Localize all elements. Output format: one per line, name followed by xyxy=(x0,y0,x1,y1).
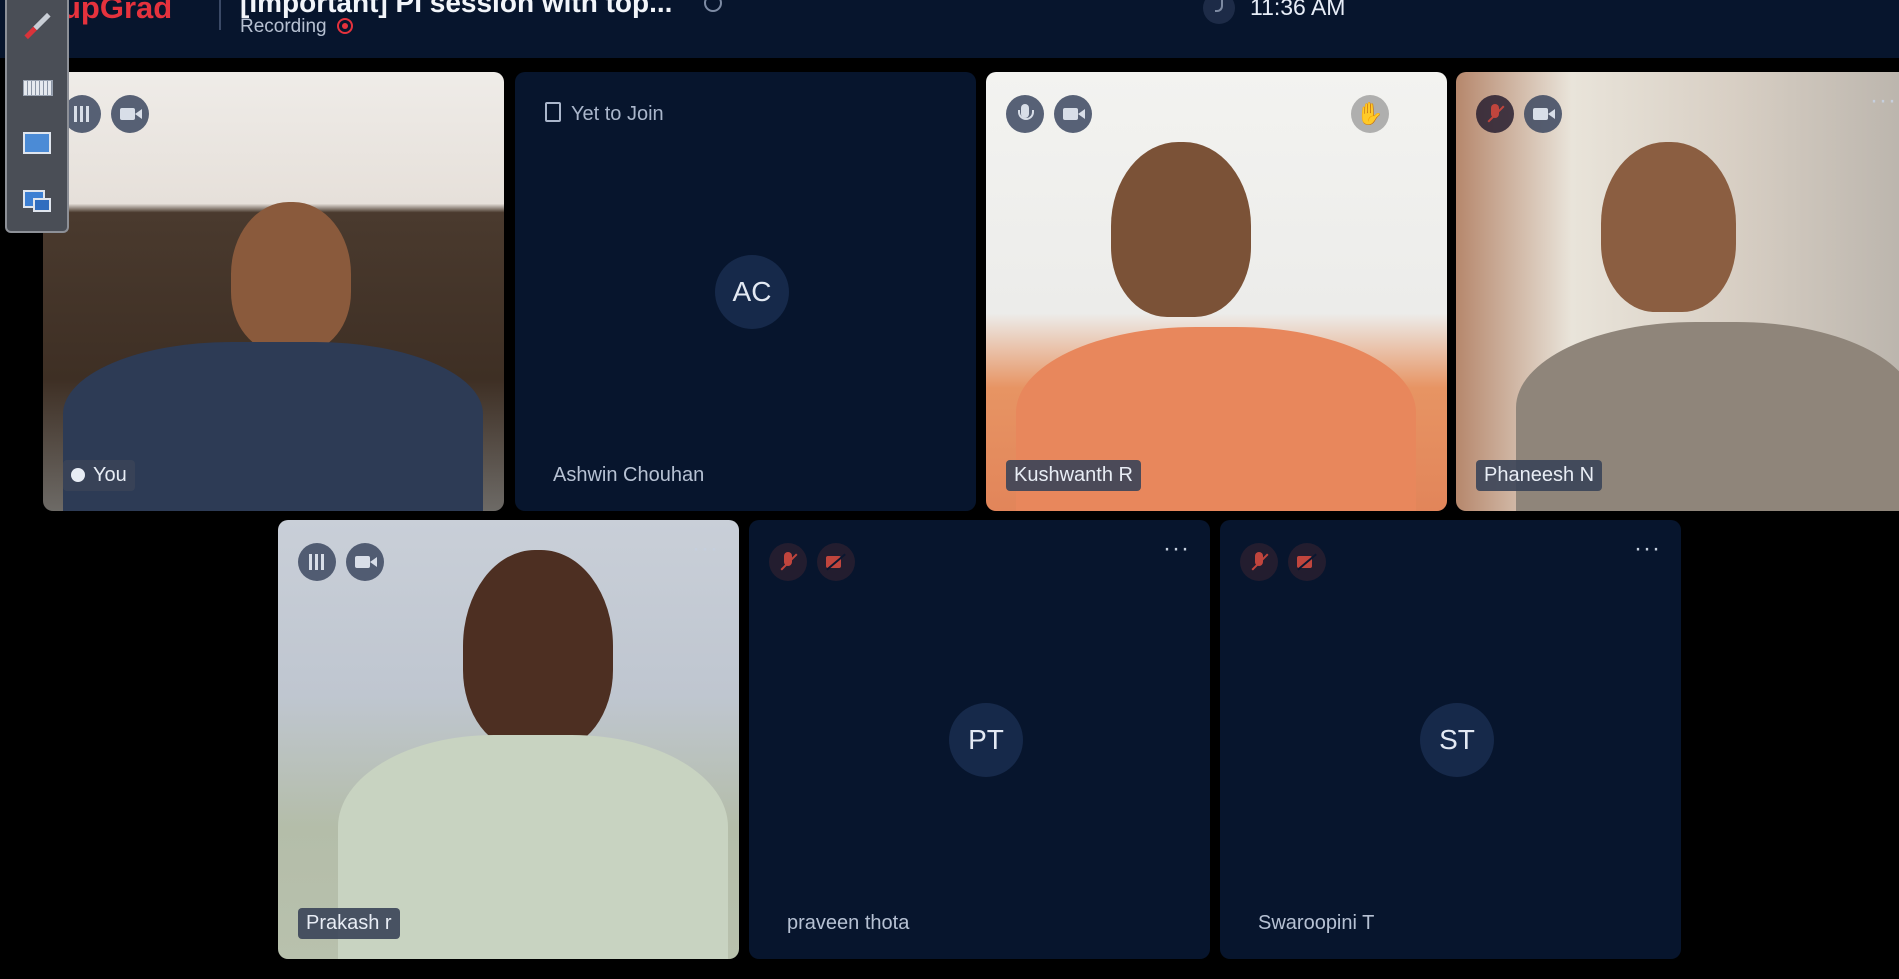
avatar: AC xyxy=(715,255,789,329)
participant-name: Kushwanth R xyxy=(1006,460,1141,491)
participant-video xyxy=(463,550,613,750)
participant-tile-phaneesh[interactable]: ··· Phaneesh N xyxy=(1456,72,1899,511)
participant-name: You xyxy=(63,460,135,491)
more-options-icon[interactable]: ··· xyxy=(1634,537,1661,561)
participant-tile-swaroopini[interactable]: ··· ST Swaroopini T xyxy=(1220,520,1681,959)
yet-to-join-status: Yet to Join xyxy=(545,102,664,126)
participant-tile-kushwanth[interactable]: ✋ Kushwanth R xyxy=(986,72,1447,511)
microphone-muted-icon[interactable] xyxy=(1240,543,1278,581)
recording-indicator-icon xyxy=(337,18,353,34)
microphone-muted-icon[interactable] xyxy=(1476,95,1514,133)
camera-off-icon[interactable] xyxy=(1288,543,1326,581)
clock-icon xyxy=(1203,0,1235,24)
brand-logo: upGrad xyxy=(62,0,173,25)
audio-wave-icon[interactable] xyxy=(298,543,336,581)
more-options-icon[interactable]: ··· xyxy=(692,537,719,561)
raised-hand-icon: ✋ xyxy=(1351,95,1389,133)
more-options-icon[interactable]: ··· xyxy=(1163,537,1190,561)
camera-icon[interactable] xyxy=(346,543,384,581)
participant-name: Swaroopini T xyxy=(1258,912,1375,934)
camera-icon[interactable] xyxy=(1524,95,1562,133)
participant-tile-ashwin[interactable]: Yet to Join AC Ashwin Chouhan xyxy=(515,72,976,511)
camera-icon[interactable] xyxy=(111,95,149,133)
pen-icon[interactable] xyxy=(23,12,51,40)
camera-icon[interactable] xyxy=(1054,95,1092,133)
camera-off-icon[interactable] xyxy=(817,543,855,581)
info-icon[interactable] xyxy=(704,0,722,12)
microphone-icon[interactable] xyxy=(1006,95,1044,133)
participant-tile-praveen[interactable]: ··· PT praveen thota xyxy=(749,520,1210,959)
participant-video xyxy=(1111,142,1251,317)
keyboard-icon[interactable] xyxy=(23,74,53,102)
participant-video xyxy=(1601,142,1736,312)
screen-share-icon[interactable] xyxy=(23,188,51,216)
screen-capture-icon[interactable] xyxy=(23,130,51,158)
meeting-header: upGrad [Important] PI session with top..… xyxy=(0,0,1899,58)
join-door-icon xyxy=(545,102,561,122)
participant-name: Prakash r xyxy=(298,908,400,939)
participant-name: praveen thota xyxy=(787,912,910,934)
participant-tile-you[interactable]: You xyxy=(43,72,504,511)
speaker-icon xyxy=(71,468,85,482)
join-status-text: Yet to Join xyxy=(571,103,664,125)
clock-time: 11:36 AM xyxy=(1250,0,1346,20)
participant-tile-prakash[interactable]: ··· Prakash r xyxy=(278,520,739,959)
participant-name-text: You xyxy=(93,464,127,486)
participant-name: Ashwin Chouhan xyxy=(553,464,705,486)
header-divider xyxy=(219,0,221,30)
annotation-toolbar xyxy=(5,0,69,233)
recording-label: Recording xyxy=(240,16,327,37)
participant-video xyxy=(231,202,351,352)
participant-name: Phaneesh N xyxy=(1476,460,1603,491)
avatar: ST xyxy=(1420,703,1494,777)
avatar: PT xyxy=(949,703,1023,777)
microphone-muted-icon[interactable] xyxy=(769,543,807,581)
more-options-icon[interactable]: ··· xyxy=(1870,89,1897,113)
